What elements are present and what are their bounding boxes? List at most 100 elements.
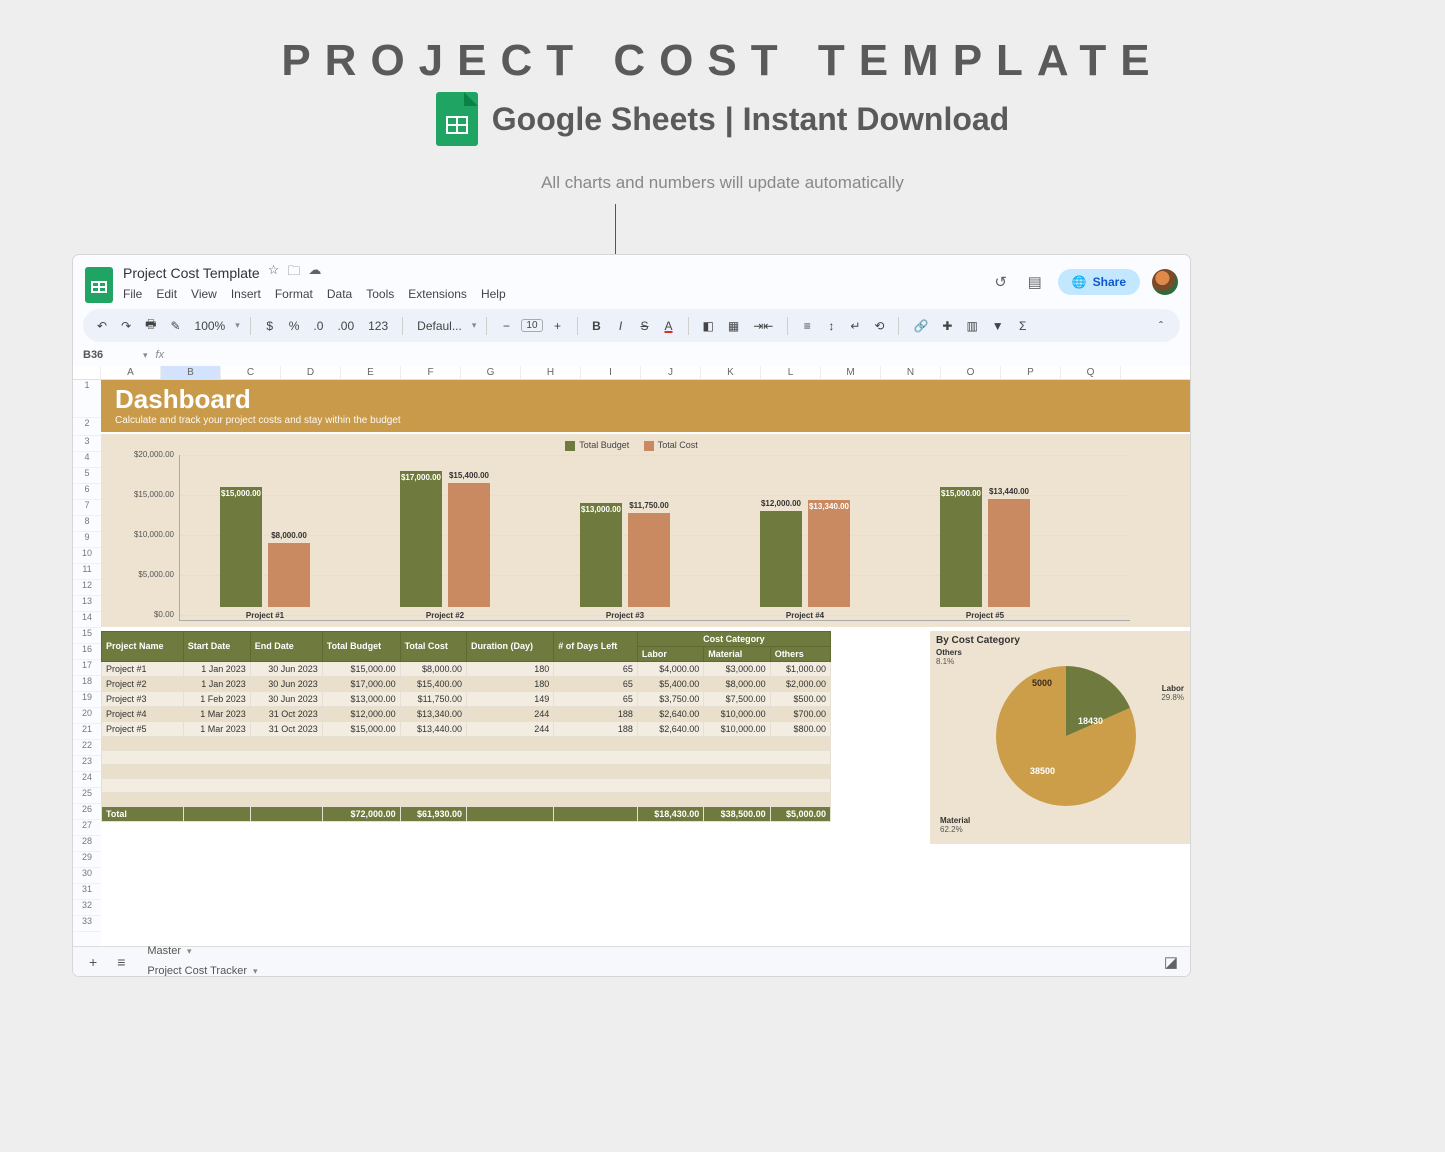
- row-header-6[interactable]: 6: [73, 484, 101, 500]
- all-sheets-button[interactable]: ≡: [109, 954, 133, 970]
- row-header-4[interactable]: 4: [73, 452, 101, 468]
- paint-format-button[interactable]: ✎: [166, 317, 184, 335]
- table-row[interactable]: Project #21 Jan 202330 Jun 2023$17,000.0…: [102, 676, 831, 691]
- col-header-A[interactable]: A: [101, 366, 161, 379]
- italic-button[interactable]: I: [612, 317, 630, 335]
- redo-button[interactable]: ↷: [117, 317, 135, 335]
- table-row[interactable]: [102, 778, 831, 792]
- col-header-Q[interactable]: Q: [1061, 366, 1121, 379]
- cell-reference[interactable]: B36: [83, 349, 135, 361]
- zoom-select[interactable]: 100%: [191, 317, 230, 335]
- menu-format[interactable]: Format: [275, 287, 313, 301]
- col-header-J[interactable]: J: [641, 366, 701, 379]
- row-header-9[interactable]: 9: [73, 532, 101, 548]
- menu-help[interactable]: Help: [481, 287, 506, 301]
- wrap-button[interactable]: ↵: [846, 317, 864, 335]
- table-row[interactable]: [102, 750, 831, 764]
- text-color-button[interactable]: A: [660, 317, 678, 335]
- row-header-33[interactable]: 33: [73, 916, 101, 932]
- col-header-E[interactable]: E: [341, 366, 401, 379]
- row-header-30[interactable]: 30: [73, 868, 101, 884]
- row-header-1[interactable]: 1: [73, 380, 101, 418]
- increase-decimal-button[interactable]: .00: [333, 317, 358, 335]
- row-header-25[interactable]: 25: [73, 788, 101, 804]
- row-header-27[interactable]: 27: [73, 820, 101, 836]
- row-header-8[interactable]: 8: [73, 516, 101, 532]
- row-header-21[interactable]: 21: [73, 724, 101, 740]
- comments-icon[interactable]: ▤: [1024, 271, 1046, 293]
- col-header-G[interactable]: G: [461, 366, 521, 379]
- table-row[interactable]: Project #41 Mar 202331 Oct 2023$12,000.0…: [102, 706, 831, 721]
- table-row[interactable]: Project #31 Feb 202330 Jun 2023$13,000.0…: [102, 691, 831, 706]
- rotate-button[interactable]: ⟲: [870, 317, 888, 335]
- cloud-icon[interactable]: ☁: [308, 262, 321, 284]
- row-header-10[interactable]: 10: [73, 548, 101, 564]
- percent-button[interactable]: %: [285, 317, 304, 335]
- doc-title[interactable]: Project Cost Template: [123, 265, 260, 281]
- row-header-2[interactable]: 2: [73, 418, 101, 436]
- col-header-D[interactable]: D: [281, 366, 341, 379]
- print-button[interactable]: 🖶: [141, 313, 160, 338]
- menu-data[interactable]: Data: [327, 287, 352, 301]
- row-header-5[interactable]: 5: [73, 468, 101, 484]
- row-header-3[interactable]: 3: [73, 436, 101, 452]
- add-sheet-button[interactable]: +: [81, 954, 105, 970]
- decrease-decimal-button[interactable]: .0: [309, 317, 327, 335]
- row-header-12[interactable]: 12: [73, 580, 101, 596]
- row-header-7[interactable]: 7: [73, 500, 101, 516]
- column-headers[interactable]: ABCDEFGHIJKLMNOPQ: [73, 366, 1190, 380]
- row-header-14[interactable]: 14: [73, 612, 101, 628]
- menu-view[interactable]: View: [191, 287, 217, 301]
- borders-button[interactable]: ▦: [724, 317, 743, 335]
- row-header-19[interactable]: 19: [73, 692, 101, 708]
- col-header-N[interactable]: N: [881, 366, 941, 379]
- star-icon[interactable]: ☆: [268, 262, 280, 284]
- summary-table[interactable]: Project NameStart DateEnd DateTotal Budg…: [101, 631, 831, 822]
- row-header-11[interactable]: 11: [73, 564, 101, 580]
- table-row[interactable]: [102, 736, 831, 750]
- row-header-16[interactable]: 16: [73, 644, 101, 660]
- table-row[interactable]: [102, 792, 831, 806]
- col-header-B[interactable]: B: [161, 366, 221, 379]
- link-button[interactable]: 🔗: [909, 317, 932, 335]
- row-headers[interactable]: 1234567891011121314151617181920212223242…: [73, 380, 101, 946]
- row-header-22[interactable]: 22: [73, 740, 101, 756]
- col-header-I[interactable]: I: [581, 366, 641, 379]
- row-header-32[interactable]: 32: [73, 900, 101, 916]
- chevron-down-icon[interactable]: ▾: [187, 946, 192, 957]
- col-header-C[interactable]: C: [221, 366, 281, 379]
- chevron-down-icon[interactable]: ▾: [143, 350, 148, 361]
- row-header-18[interactable]: 18: [73, 676, 101, 692]
- font-size-input[interactable]: 10: [521, 319, 542, 332]
- move-icon[interactable]: 🗀: [287, 262, 300, 284]
- row-header-29[interactable]: 29: [73, 852, 101, 868]
- col-header-H[interactable]: H: [521, 366, 581, 379]
- col-header-O[interactable]: O: [941, 366, 1001, 379]
- currency-button[interactable]: $: [261, 317, 279, 335]
- explore-button[interactable]: ◪: [1160, 951, 1182, 973]
- sheet-content[interactable]: Dashboard Calculate and track your proje…: [101, 380, 1190, 946]
- format-number-button[interactable]: 123: [364, 317, 392, 335]
- menu-insert[interactable]: Insert: [231, 287, 261, 301]
- halign-button[interactable]: ≡: [798, 317, 816, 335]
- table-row[interactable]: [102, 764, 831, 778]
- chart-button[interactable]: ▥: [962, 317, 981, 335]
- table-row[interactable]: Project #51 Mar 202331 Oct 2023$15,000.0…: [102, 721, 831, 736]
- table-row[interactable]: Project #11 Jan 202330 Jun 2023$15,000.0…: [102, 661, 831, 676]
- menu-edit[interactable]: Edit: [156, 287, 177, 301]
- share-button[interactable]: 🌐 Share: [1058, 269, 1140, 295]
- row-header-31[interactable]: 31: [73, 884, 101, 900]
- functions-button[interactable]: Σ: [1014, 317, 1032, 335]
- col-header-L[interactable]: L: [761, 366, 821, 379]
- strike-button[interactable]: S: [636, 317, 654, 335]
- row-header-20[interactable]: 20: [73, 708, 101, 724]
- valign-button[interactable]: ↕: [822, 317, 840, 335]
- comment-button[interactable]: ✚: [938, 317, 956, 335]
- row-header-26[interactable]: 26: [73, 804, 101, 820]
- col-header-P[interactable]: P: [1001, 366, 1061, 379]
- undo-button[interactable]: ↶: [93, 317, 111, 335]
- row-header-28[interactable]: 28: [73, 836, 101, 852]
- menu-tools[interactable]: Tools: [366, 287, 394, 301]
- bold-button[interactable]: B: [588, 317, 606, 335]
- chevron-down-icon[interactable]: ▾: [253, 966, 258, 977]
